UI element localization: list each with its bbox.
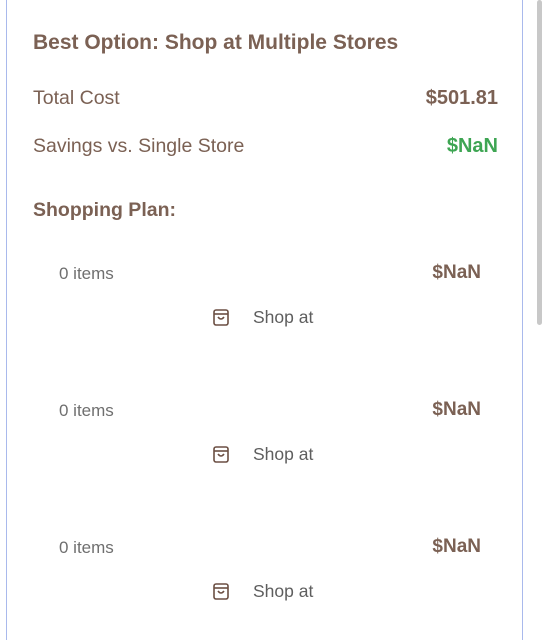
shop-at-label: Shop at xyxy=(253,580,314,601)
store-cost: $NaN xyxy=(432,262,481,283)
shop-at-button[interactable]: Shop at xyxy=(210,441,313,467)
page: Best Option: Shop at Multiple Stores Tot… xyxy=(0,0,546,640)
store-item-count: 0 items xyxy=(59,538,114,557)
shopping-bag-icon xyxy=(210,443,232,465)
shopping-plan-title: Shopping Plan: xyxy=(33,199,176,221)
best-option-title: Best Option: Shop at Multiple Stores xyxy=(33,31,399,54)
store-plan-item: 0 items $NaN Shop at xyxy=(0,262,546,374)
store-plan-item: 0 items $NaN Shop at xyxy=(0,399,546,511)
shopping-bag-icon xyxy=(210,580,232,602)
shop-at-button[interactable]: Shop at xyxy=(210,304,313,330)
savings-value: $NaN xyxy=(446,135,498,157)
store-plan-item: 0 items $NaN Shop at xyxy=(0,536,546,640)
total-cost-value: $501.81 xyxy=(425,87,498,109)
store-item-count: 0 items xyxy=(59,264,114,283)
store-cost: $NaN xyxy=(432,399,481,420)
store-cost: $NaN xyxy=(432,536,481,557)
shop-at-label: Shop at xyxy=(253,443,314,464)
store-item-count: 0 items xyxy=(59,401,114,420)
shop-at-button[interactable]: Shop at xyxy=(210,578,313,604)
shop-at-label: Shop at xyxy=(253,306,314,327)
shopping-bag-icon xyxy=(210,306,232,328)
total-cost-label: Total Cost xyxy=(33,87,120,109)
savings-label: Savings vs. Single Store xyxy=(33,135,245,157)
